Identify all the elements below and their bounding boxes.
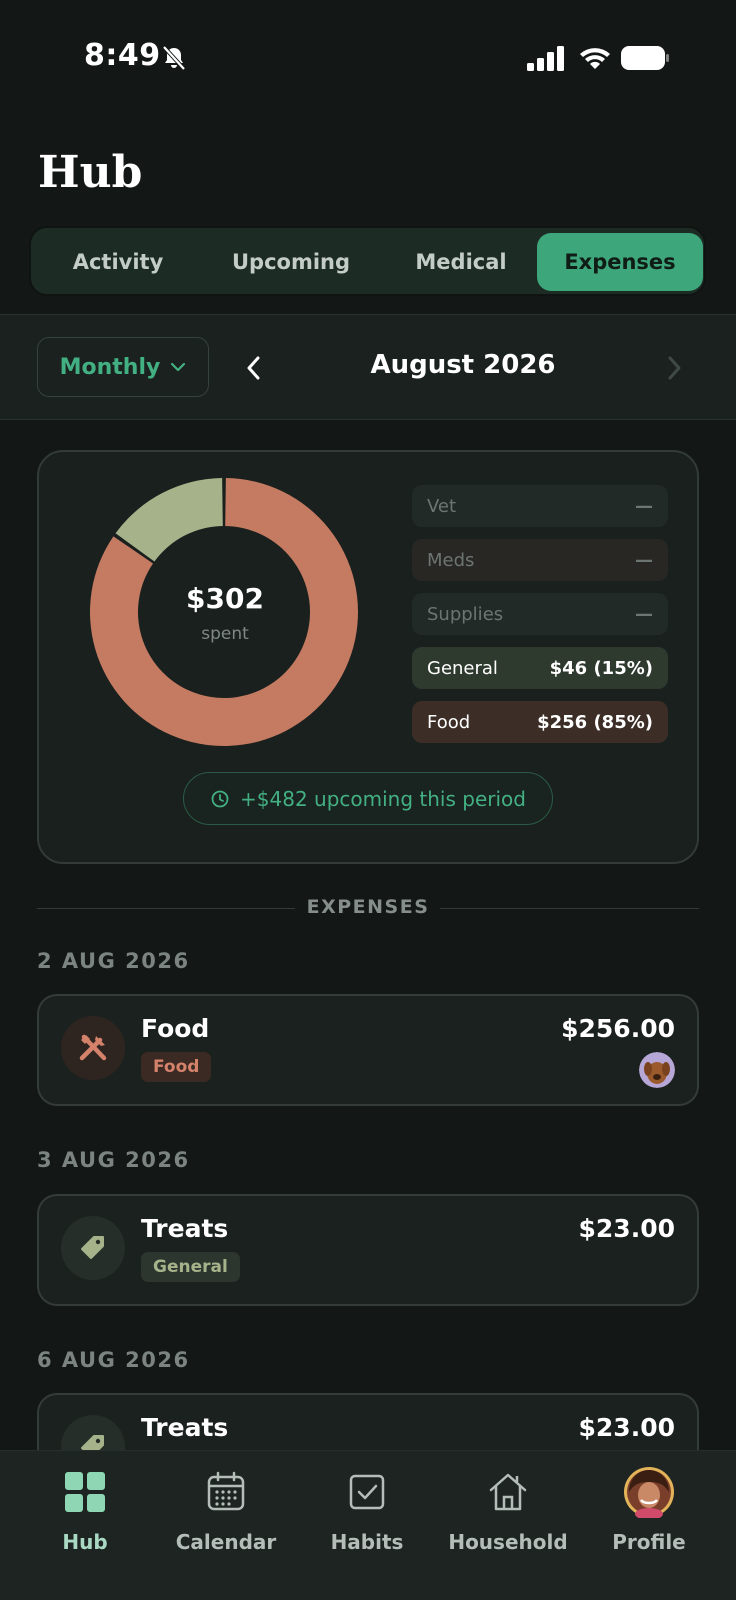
divider [37, 908, 295, 909]
expenses-heading: EXPENSES [306, 896, 430, 918]
date-heading: 2 AUG 2026 [37, 949, 190, 973]
nav-label: Calendar [175, 1530, 277, 1554]
pet-avatar [639, 1052, 675, 1088]
legend-label: Vet [427, 495, 457, 517]
battery-icon [621, 46, 669, 70]
upcoming-pill[interactable]: +$482 upcoming this period [183, 772, 553, 825]
expense-amount: $256.00 [561, 1014, 675, 1043]
nav-label: Profile [612, 1530, 686, 1554]
legend-label: Supplies [427, 603, 504, 625]
nav-item-household[interactable]: Household [438, 1470, 578, 1570]
month-label: August 2026 [370, 350, 556, 380]
expense-title: Food [141, 1014, 210, 1043]
avatar [624, 1467, 674, 1518]
expense-card[interactable]: Food Food $256.00 [37, 994, 699, 1106]
total-spent-label: spent [201, 624, 249, 644]
legend-row-general[interactable]: General $46 (15%) [412, 647, 668, 689]
nav-label: Habits [330, 1530, 404, 1554]
legend-value: $46 (15%) [549, 657, 653, 679]
calendar-icon [207, 1471, 245, 1511]
chevron-down-icon [171, 362, 186, 372]
nav-item-habits[interactable]: Habits [297, 1470, 437, 1570]
legend-row-food[interactable]: Food $256 (85%) [412, 701, 668, 743]
chevron-right-icon[interactable] [662, 354, 686, 382]
tab-upcoming[interactable]: Upcoming [209, 233, 373, 291]
expense-title: Treats [141, 1214, 229, 1243]
signal-icon [527, 46, 564, 71]
legend-label: Meds [427, 549, 475, 571]
chevron-left-icon[interactable] [242, 354, 266, 382]
upcoming-text: +$482 upcoming this period [240, 786, 526, 811]
legend-value: — [635, 549, 653, 571]
wifi-icon [580, 48, 610, 69]
expense-category-tag: Food [141, 1052, 212, 1082]
legend-label: General [427, 657, 498, 679]
page-title: Hub [38, 147, 143, 198]
clock-icon [211, 790, 229, 807]
legend-label: Food [427, 711, 471, 733]
expense-category-tag: General [141, 1252, 240, 1282]
legend-row-vet[interactable]: Vet — [412, 485, 668, 527]
bell-slash-icon [162, 45, 186, 71]
date-heading: 6 AUG 2026 [37, 1348, 190, 1372]
house-icon [489, 1473, 527, 1511]
tab-medical[interactable]: Medical [383, 233, 539, 291]
nav-label: Household [448, 1530, 568, 1554]
date-heading: 3 AUG 2026 [37, 1148, 190, 1172]
legend-row-meds[interactable]: Meds — [412, 539, 668, 581]
status-time: 8:49 [84, 38, 161, 73]
tab-expenses[interactable]: Expenses [537, 233, 703, 291]
divider [440, 908, 699, 909]
expense-amount: $23.00 [578, 1413, 675, 1442]
expense-amount: $23.00 [578, 1214, 675, 1243]
legend-value: — [635, 603, 653, 625]
grid-icon [65, 1472, 105, 1512]
section-tabs: Activity Upcoming Medical Expenses [29, 226, 706, 296]
legend-value: $256 (85%) [537, 711, 653, 733]
legend-row-supplies[interactable]: Supplies — [412, 593, 668, 635]
tag-icon [61, 1216, 125, 1280]
nav-label: Hub [62, 1530, 108, 1554]
nav-item-calendar[interactable]: Calendar [156, 1470, 296, 1570]
nav-item-profile[interactable]: Profile [579, 1467, 719, 1570]
nav-item-hub[interactable]: Hub [15, 1470, 155, 1570]
fork-knife-icon [61, 1016, 125, 1080]
period-mode-dropdown[interactable]: Monthly [37, 337, 209, 397]
total-spent: $302 [186, 582, 264, 615]
expense-card[interactable]: Treats General $23.00 [37, 1194, 699, 1306]
expense-title: Treats [141, 1413, 229, 1442]
period-mode-label: Monthly [59, 354, 161, 380]
legend-value: — [635, 495, 653, 517]
tab-activity[interactable]: Activity [43, 233, 193, 291]
checkbox-icon [349, 1474, 385, 1510]
